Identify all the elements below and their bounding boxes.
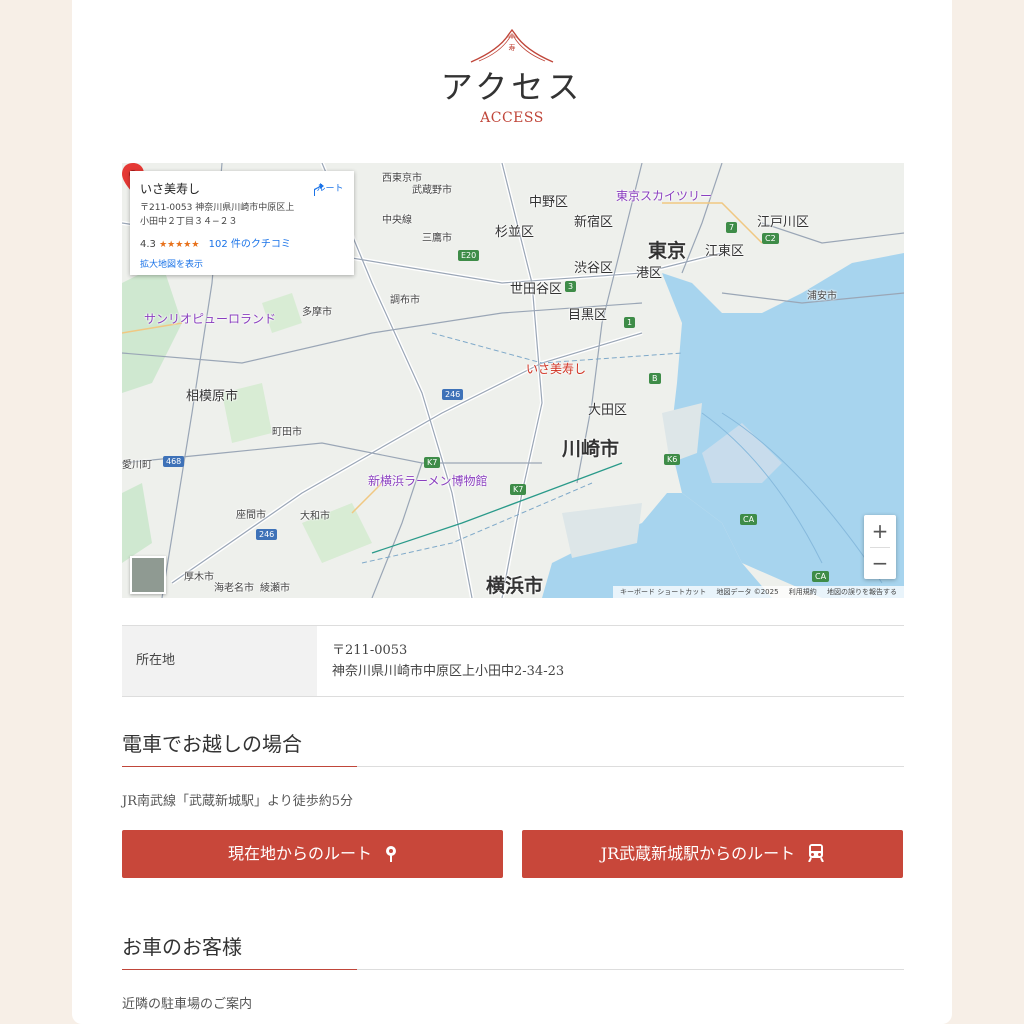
page-subtitle: ACCESS — [480, 110, 544, 126]
address-label: 所在地 — [122, 626, 317, 696]
map-label-koto: 江東区 — [705, 244, 745, 259]
location-pin-icon — [386, 846, 397, 862]
zoom-control: + − — [864, 515, 896, 579]
train-icon — [808, 844, 825, 863]
map-label-aikawa: 愛川町 — [122, 460, 152, 471]
road-shield: C2 — [762, 233, 779, 244]
car-heading: お車のお客様 — [122, 935, 242, 959]
map-label-musashino: 武蔵野市 — [412, 185, 452, 196]
route-icon — [314, 183, 324, 196]
map-poi-ramen[interactable]: 新横浜ラーメン博物館 — [368, 472, 488, 489]
map-label-edogawa: 江戸川区 — [757, 215, 810, 230]
view-larger-map-link[interactable]: 拡大地図を表示 — [140, 257, 203, 270]
parking-info-text: 近隣の駐車場のご案内 — [122, 997, 253, 1012]
map-label-zama: 座間市 — [236, 510, 266, 521]
google-map[interactable]: 東京 川崎市 横浜市 相模原市 中野区 新宿区 杉並区 渋谷区 港区 世田谷区 … — [122, 163, 904, 598]
road-shield: CA — [740, 514, 758, 525]
road-shield: B — [649, 373, 661, 384]
zoom-in-button[interactable]: + — [864, 515, 896, 547]
route-from-station-button[interactable]: JR武蔵新城駅からのルート — [522, 830, 903, 878]
street-address: 神奈川県川崎市中原区上小田中2-34-23 — [332, 664, 565, 679]
map-label-minato: 港区 — [636, 266, 663, 281]
address-table: 所在地 〒211-0053 神奈川県川崎市中原区上小田中2-34-23 — [122, 625, 904, 697]
address-value: 〒211-0053 神奈川県川崎市中原区上小田中2-34-23 — [332, 640, 564, 682]
map-label-machida: 町田市 — [272, 427, 302, 438]
road-shield: K7 — [424, 457, 441, 468]
map-label-setagaya: 世田谷区 — [510, 282, 563, 297]
map-label-sagamihara: 相模原市 — [186, 389, 239, 404]
route-from-current-location-button[interactable]: 現在地からのルート — [122, 830, 503, 878]
train-divider — [122, 766, 904, 767]
map-label-yokohama: 横浜市 — [486, 575, 544, 597]
map-data-text: 地図データ ©2025 — [716, 588, 779, 596]
map-label-urayasu: 浦安市 — [807, 291, 837, 302]
road-shield: 3 — [565, 281, 577, 292]
terms-link[interactable]: 利用規約 — [789, 588, 817, 596]
road-shield: 246 — [256, 529, 278, 540]
mountain-logo-icon: 寿 — [470, 28, 554, 63]
map-label-tokyo: 東京 — [648, 240, 687, 262]
map-label-shibuya: 渋谷区 — [574, 261, 614, 276]
road-shield: 7 — [726, 222, 738, 233]
place-name: いさ美寿し — [140, 182, 201, 196]
map-label-ebina: 海老名市 — [214, 583, 254, 594]
train-heading: 電車でお越しの場合 — [122, 732, 302, 756]
keyboard-shortcuts-link[interactable]: キーボード ショートカット — [620, 588, 706, 596]
directions-button[interactable]: ルート — [310, 181, 350, 196]
map-info-card: いさ美寿し 〒211-0053 神奈川県川崎市中原区上小田中２丁目３４−２３ 4… — [130, 171, 354, 275]
road-shield: 468 — [163, 456, 185, 467]
place-address: 〒211-0053 神奈川県川崎市中原区上小田中２丁目３４−２３ — [140, 203, 295, 227]
car-divider — [122, 969, 904, 970]
place-rating: 4.3 ★★★★★ 102 件のクチコミ — [140, 235, 291, 250]
map-label-tama: 多摩市 — [302, 307, 332, 318]
map-label-shinjuku: 新宿区 — [574, 215, 614, 230]
rating-value: 4.3 — [140, 239, 156, 250]
map-label-meguro: 目黒区 — [568, 308, 608, 323]
map-label-suginami: 杉並区 — [495, 225, 535, 240]
road-shield: CA — [812, 571, 830, 582]
page-title: アクセス — [440, 68, 584, 106]
route-station-label: JR武蔵新城駅からのルート — [600, 844, 796, 863]
road-shield: K6 — [664, 454, 681, 465]
reviews-link[interactable]: 102 件のクチコミ — [209, 239, 291, 250]
map-label-chofu: 調布市 — [390, 295, 420, 306]
road-shield: E20 — [458, 250, 480, 261]
road-shield: 1 — [624, 317, 636, 328]
map-label-chuo: 中央線 — [382, 215, 412, 226]
divider — [870, 547, 890, 548]
svg-text:寿: 寿 — [509, 43, 516, 52]
map-marker-label: いさ美寿し — [526, 362, 587, 376]
map-label-ayase: 綾瀬市 — [260, 583, 290, 594]
road-shield: K7 — [510, 484, 527, 495]
route-current-label: 現在地からのルート — [227, 844, 372, 863]
map-label-atsugi: 厚木市 — [184, 572, 214, 583]
zoom-out-button[interactable]: − — [864, 547, 896, 579]
rating-stars-icon: ★★★★★ — [159, 240, 200, 250]
access-card: 寿 アクセス ACCESS 東京 川崎市 横浜市 相模原市 中野区 新宿区 杉並… — [72, 0, 952, 1024]
train-directions-text: JR南武線「武蔵新城駅」より徒歩約5分 — [122, 794, 354, 809]
map-poi-skytree[interactable]: 東京スカイツリー — [616, 187, 712, 204]
map-label-kawasaki: 川崎市 — [562, 438, 620, 460]
report-error-link[interactable]: 地図の誤りを報告する — [827, 588, 897, 596]
map-label-mitaka: 三鷹市 — [422, 233, 452, 244]
map-type-thumbnail[interactable] — [130, 556, 166, 594]
road-shield: 246 — [442, 389, 464, 400]
map-label-ota: 大田区 — [588, 403, 628, 418]
map-label-yamato: 大和市 — [300, 511, 330, 522]
map-poi-sanrio[interactable]: サンリオピューロランド — [144, 310, 276, 327]
postal-code: 〒211-0053 — [332, 643, 408, 658]
map-label-nakano: 中野区 — [529, 195, 569, 210]
map-attribution: キーボード ショートカット 地図データ ©2025 利用規約 地図の誤りを報告す… — [613, 586, 904, 598]
